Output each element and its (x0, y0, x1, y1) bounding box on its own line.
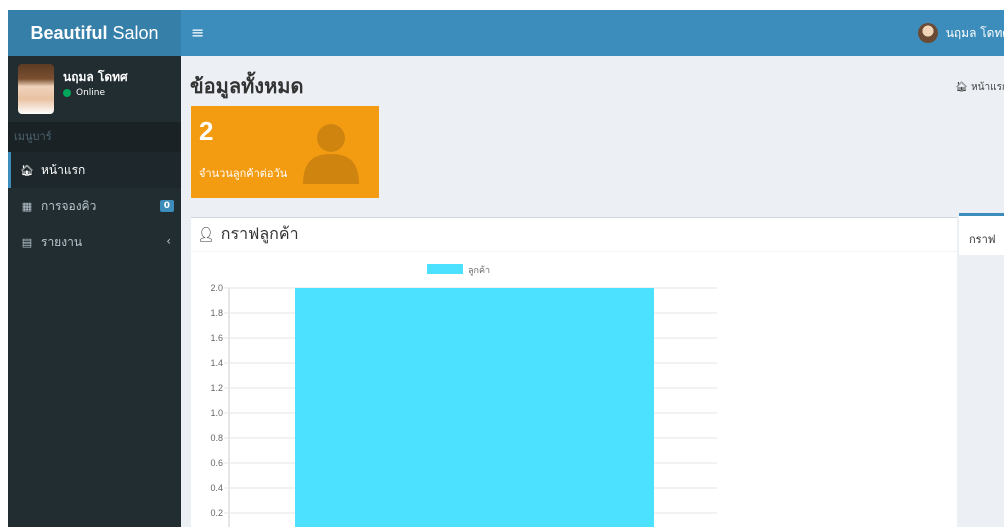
sidebar-item-home[interactable]: 🏠︎ หน้าแรก (8, 152, 181, 188)
y-tick-label: 0.4 (210, 483, 223, 493)
y-tick-label: 0.2 (210, 508, 223, 518)
customer-chart-box: 👤︎ กราฟลูกค้า ลูกค้า 2.0 1.8 1.6 1.4 1.2 1.0 0.… (191, 217, 957, 527)
breadcrumb[interactable]: 🏠︎ หน้าแรก (955, 80, 1004, 95)
booking-count-badge: 0 (159, 200, 174, 212)
calendar-icon: ▦ (21, 199, 33, 213)
user-menu[interactable]: นฤมล โดทศ (917, 10, 1004, 56)
customer-count-value: 2 (199, 116, 214, 146)
y-tick-label: 2.0 (210, 283, 223, 293)
y-tick-label: 1.8 (210, 308, 223, 318)
bar-chart: ลูกค้า 2.0 1.8 1.6 1.4 1.2 1.0 0.8 0.6 0.4 0.2 (210, 264, 717, 527)
y-tick-label: 1.2 (210, 383, 223, 393)
y-tick-label: 1.4 (210, 358, 223, 368)
tab-graph[interactable]: กราฟ (959, 213, 1004, 255)
home-icon: 🏠︎ (20, 163, 34, 177)
chart-legend[interactable]: ลูกค้า (427, 264, 490, 276)
sidebar-item-label: การจองคิว (41, 198, 97, 213)
sidebar-item-booking[interactable]: ▦ การจองคิว 0 (8, 188, 181, 224)
y-tick-label: 0.6 (210, 458, 223, 468)
top-navbar: ≡ นฤมล โดทศ (181, 10, 1004, 56)
y-tick-label: 1.6 (210, 333, 223, 343)
online-dot-icon (63, 89, 71, 97)
file-icon: ▤ (21, 235, 33, 249)
y-tick-label: 0.8 (210, 433, 223, 443)
user-panel: นฤมล โดทศ Online (8, 56, 181, 122)
bar-customers[interactable] (295, 288, 654, 527)
main-content: ข้อมูลทั้งหมด 🏠︎ หน้าแรก 2 จำนวนลูกค้าต่… (181, 56, 1004, 527)
y-tick-label: 1.0 (210, 408, 223, 418)
chevron-left-icon[interactable]: ‹ (166, 234, 171, 248)
app-frame: Beautiful Salon ≡ นฤมล โดทศ นฤมล โดทศ On… (8, 10, 1004, 527)
user-avatar-image (18, 64, 54, 114)
sidebar-item-report[interactable]: ▤ รายงาน ‹ (8, 224, 181, 260)
user-status: Online (63, 88, 105, 98)
menu-header: เมนูบาร์ (8, 122, 181, 152)
tab-graph-label: กราฟ (969, 233, 996, 246)
person-icon (303, 124, 359, 184)
logo-bold: Beautiful (30, 23, 108, 43)
page-title: ข้อมูลทั้งหมด (190, 74, 304, 98)
sidebar-item-label: หน้าแรก (41, 162, 86, 177)
chart-title: กราฟลูกค้า (220, 224, 299, 243)
chart-header: 👤︎ กราฟลูกค้า (191, 218, 957, 252)
user-menu-name: นฤมล โดทศ (945, 25, 1004, 40)
avatar (917, 23, 938, 43)
customer-count-label: จำนวนลูกค้าต่อวัน (199, 167, 288, 180)
legend-swatch (427, 264, 463, 274)
user-icon: 👤︎ (197, 226, 215, 243)
app-logo[interactable]: Beautiful Salon (8, 10, 181, 56)
customer-count-card: 2 จำนวนลูกค้าต่อวัน (191, 106, 379, 198)
legend-label: ลูกค้า (468, 265, 490, 276)
logo-text: Salon (107, 23, 159, 43)
sidebar: นฤมล โดทศ Online เมนูบาร์ 🏠︎ หน้าแรก ▦ ก… (8, 56, 181, 527)
sidebar-toggle-icon[interactable]: ≡ (191, 10, 204, 56)
user-status-text: Online (76, 88, 106, 98)
user-panel-name: นฤมล โดทศ (63, 70, 128, 84)
sidebar-item-label: รายงาน (41, 234, 83, 249)
